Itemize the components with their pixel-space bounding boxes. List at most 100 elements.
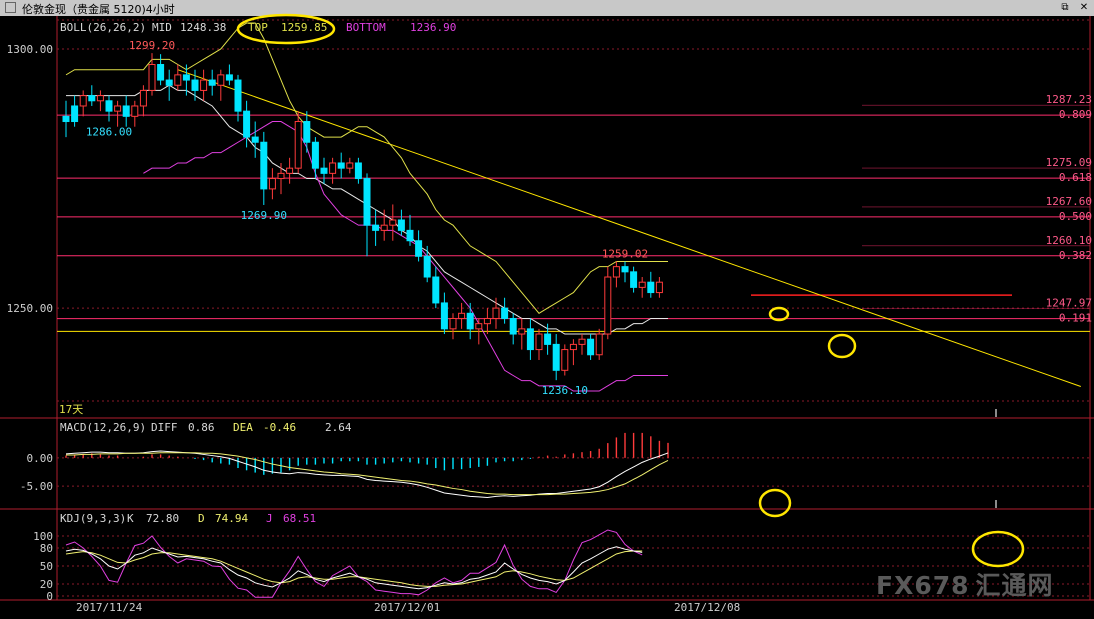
boll-name: BOLL(26,26,2) [60, 21, 146, 34]
candle-body [320, 167, 328, 174]
candle [79, 90, 87, 117]
candle [621, 261, 629, 283]
candle [630, 266, 638, 293]
candle [535, 328, 543, 360]
candle [655, 277, 663, 298]
candle-body [518, 328, 526, 335]
candle-body [509, 317, 517, 335]
candle [578, 334, 586, 355]
candle [105, 95, 113, 122]
candle [251, 121, 259, 158]
candle [492, 297, 500, 329]
candle-body [552, 343, 560, 371]
candle-body [303, 121, 311, 143]
candle-body [389, 219, 397, 226]
candle-body [311, 141, 319, 169]
candle-body [208, 79, 216, 86]
boll-top-value: 1259.85 [281, 21, 327, 34]
candle [458, 302, 466, 329]
candle [311, 137, 319, 179]
candle [483, 308, 491, 335]
kdj-k-line [65, 546, 643, 590]
candle-body [415, 240, 423, 257]
fib-ratio-label: 0.191 [1059, 312, 1092, 325]
kdj-j-line [65, 529, 643, 598]
candle [587, 334, 595, 360]
candle [234, 74, 242, 122]
macd-y-tick: -5.00 [20, 480, 53, 493]
candle [182, 64, 190, 96]
candle [165, 69, 173, 101]
macd-name: MACD(12,26,9) [60, 421, 146, 434]
candle [604, 266, 612, 340]
fib-ratio-label: 0.500 [1059, 210, 1092, 223]
candle [363, 173, 371, 257]
candle [200, 69, 208, 101]
candle [303, 111, 311, 153]
candle-body [397, 219, 405, 231]
candle-body [483, 317, 491, 325]
macd-value: 2.64 [325, 421, 352, 434]
candle [131, 100, 139, 127]
kdj-d-value: 74.94 [215, 512, 248, 525]
candle-body [294, 121, 302, 169]
candle-body [346, 162, 354, 169]
candle [337, 152, 345, 179]
candle-body [380, 224, 388, 231]
candle [440, 292, 448, 335]
macd-diff-value: 0.86 [188, 421, 215, 434]
boll-bottom-value: 1236.90 [410, 21, 456, 34]
candle [372, 209, 380, 246]
candle-body [131, 105, 139, 117]
candle-body [191, 79, 199, 91]
candle-body [114, 105, 122, 112]
candle-body [630, 271, 638, 288]
candle-body [225, 74, 233, 81]
candle [191, 69, 199, 101]
candle-body [243, 110, 251, 138]
candle [225, 64, 233, 86]
candle [354, 157, 362, 184]
kdj-j-value: 68.51 [283, 512, 316, 525]
candle [552, 334, 560, 381]
candle-body [234, 79, 242, 112]
fib-price-label: 1260.10 [1046, 234, 1092, 247]
candle-body [372, 224, 380, 231]
candle-body [647, 281, 655, 294]
kdj-y-tick: 0 [46, 590, 53, 603]
chart-canvas: 1287.23 0.809 1275.09 0.618 1267.60 0.500 1260… [0, 13, 1094, 614]
candle-body [251, 136, 259, 143]
candle [277, 162, 285, 195]
fib-ratio-label: 0.618 [1059, 171, 1092, 184]
candle-body [569, 343, 577, 351]
kdj-j-label: J [266, 512, 273, 525]
candle-body [587, 338, 595, 356]
candle-body [122, 105, 130, 117]
candle [268, 168, 276, 200]
kdj-k-label: K [127, 512, 134, 525]
candle-body [62, 115, 70, 123]
candle-body [71, 105, 79, 123]
candle-body [578, 338, 586, 345]
candle-body [621, 266, 629, 273]
candle-body [406, 229, 414, 242]
candle-body [604, 276, 612, 335]
kdj-d-label: D [198, 512, 205, 525]
candle [62, 100, 70, 138]
candle-body [595, 333, 603, 356]
candle [96, 90, 104, 112]
x-tick-label: 2017/12/08 [674, 601, 740, 614]
candle [544, 323, 552, 355]
candle-body [466, 312, 474, 330]
candle [329, 157, 337, 184]
candle [243, 100, 251, 148]
ellipse-dip [827, 333, 857, 359]
candle [139, 85, 147, 117]
candle-body [148, 64, 156, 91]
candle-body [535, 333, 543, 351]
candle-body [217, 74, 225, 86]
candle [423, 245, 431, 283]
candle-body [561, 349, 569, 371]
boll-bottom-label: BOTTOM [346, 21, 386, 34]
fib-price-label: 1287.23 [1046, 93, 1092, 106]
